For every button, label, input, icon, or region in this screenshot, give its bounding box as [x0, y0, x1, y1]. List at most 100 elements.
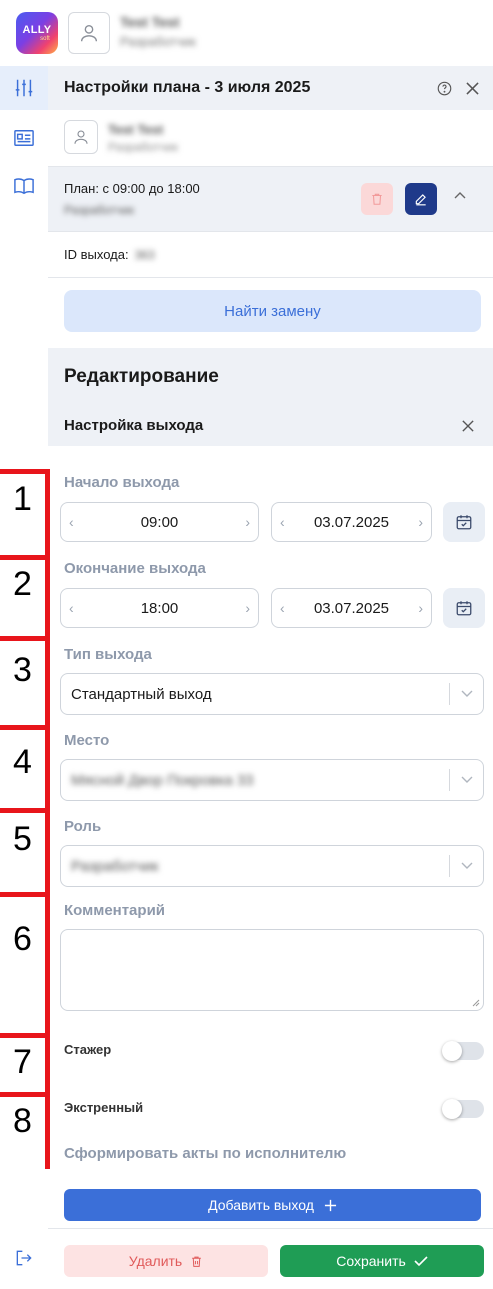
trash-icon [372, 193, 382, 205]
person-avatar [64, 120, 98, 154]
save-button[interactable]: Сохранить [280, 1245, 484, 1277]
intern-toggle[interactable] [442, 1041, 484, 1061]
start-time-value: 09:00 [140, 513, 179, 531]
book-icon [14, 178, 34, 195]
shift-type-select[interactable]: Стандартный выход [60, 673, 484, 715]
help-button[interactable] [434, 78, 454, 98]
logout-button[interactable] [0, 1236, 48, 1280]
chevron-left-icon[interactable]: ‹ [280, 600, 285, 616]
close-icon [462, 420, 474, 432]
plan-settings-panel: Настройки плана - 3 июля 2025 Test Test … [48, 66, 493, 1289]
help-icon [437, 81, 451, 95]
chevron-left-icon[interactable]: ‹ [280, 514, 285, 530]
chevron-down-icon [459, 686, 475, 702]
edit-plan-button[interactable] [405, 183, 437, 215]
place-select[interactable]: Мясной Двор Покровка 33 [60, 759, 484, 801]
urgent-toggle[interactable] [442, 1099, 484, 1119]
check-icon [414, 1256, 428, 1267]
trash-icon [192, 1256, 202, 1267]
end-label: Окончание выхода [64, 560, 206, 577]
logo-sub: soft [40, 35, 50, 42]
shift-settings-header: Настройка выхода [48, 404, 493, 446]
role-value: Разработчик [71, 858, 159, 875]
sidebar-item-docs[interactable] [0, 164, 48, 208]
shift-id-label: ID выхода: [64, 247, 129, 262]
resize-handle-icon[interactable] [471, 998, 480, 1007]
user-icon [74, 130, 88, 144]
save-label: Сохранить [336, 1253, 406, 1269]
intern-label: Стажер [64, 1042, 112, 1057]
find-replacement-button[interactable]: Найти замену [64, 290, 481, 332]
calendar-icon [456, 601, 472, 616]
delete-label: Удалить [128, 1253, 183, 1269]
close-edit-button[interactable] [462, 419, 474, 436]
add-shift-button[interactable]: Добавить выход [64, 1189, 481, 1221]
start-time-stepper[interactable]: ‹ 09:00 › [60, 502, 259, 542]
person-role: Разработчик [108, 140, 178, 154]
user-role: Разработчик [120, 34, 196, 49]
annotation-number: 5 [13, 820, 32, 858]
user-avatar[interactable] [68, 12, 110, 54]
shift-id-value: 363 [134, 247, 155, 262]
chevron-right-icon[interactable]: › [418, 600, 423, 616]
annotation-divider [0, 1033, 50, 1038]
annotation-divider [0, 808, 50, 813]
chevron-right-icon[interactable]: › [245, 600, 250, 616]
logo-text: ALLY [22, 23, 52, 36]
close-panel-button[interactable] [462, 78, 482, 98]
annotation-divider [0, 1092, 50, 1097]
chevron-down-icon [459, 858, 475, 874]
delete-plan-button[interactable] [361, 183, 393, 215]
chevron-up-icon [454, 192, 466, 199]
annotation-number: 8 [13, 1102, 32, 1140]
place-value: Мясной Двор Покровка 33 [71, 772, 254, 789]
start-calendar-button[interactable] [443, 502, 485, 542]
chevron-down-icon [459, 772, 475, 788]
top-bar: ALLY soft Test Test Разработчик [0, 0, 493, 66]
annotation-number: 2 [13, 565, 32, 603]
delete-button[interactable]: Удалить [64, 1245, 268, 1277]
panel-footer: Удалить Сохранить [48, 1228, 493, 1289]
panel-header: Настройки плана - 3 июля 2025 [48, 66, 493, 110]
person-name: Test Test [108, 122, 164, 137]
end-time-value: 18:00 [140, 599, 179, 617]
annotation-number: 6 [13, 920, 32, 958]
shift-type-value: Стандартный выход [71, 686, 212, 703]
plus-icon [324, 1199, 336, 1211]
app-logo[interactable]: ALLY soft [16, 12, 58, 54]
shift-settings-title: Настройка выхода [64, 416, 204, 434]
plan-role: Разработчик [64, 203, 134, 217]
user-name: Test Test [120, 14, 180, 30]
chevron-left-icon[interactable]: ‹ [69, 600, 74, 616]
plan-time-label: План: с 09:00 до 18:00 [64, 181, 200, 196]
calendar-icon [456, 515, 472, 530]
end-date-stepper[interactable]: ‹ 03.07.2025 › [271, 588, 432, 628]
id-card-icon [14, 130, 34, 146]
start-date-stepper[interactable]: ‹ 03.07.2025 › [271, 502, 432, 542]
comment-textarea[interactable] [60, 929, 484, 1011]
annotation-divider [0, 469, 50, 474]
start-date-value: 03.07.2025 [313, 513, 390, 531]
urgent-label: Экстренный [64, 1100, 144, 1115]
type-label: Тип выхода [64, 646, 152, 663]
end-calendar-button[interactable] [443, 588, 485, 628]
collapse-button[interactable] [453, 189, 467, 208]
chevron-right-icon[interactable]: › [418, 514, 423, 530]
sidebar-item-cards[interactable] [0, 116, 48, 160]
sidebar-item-plans[interactable] [0, 66, 48, 110]
plan-summary: План: с 09:00 до 18:00 Разработчик [48, 166, 493, 232]
role-label: Роль [64, 818, 102, 835]
role-select[interactable]: Разработчик [60, 845, 484, 887]
chevron-left-icon[interactable]: ‹ [69, 514, 74, 530]
add-shift-label: Добавить выход [208, 1197, 314, 1213]
comment-label: Комментарий [64, 902, 166, 919]
annotation-number: 3 [13, 651, 32, 689]
annotation-divider [0, 892, 50, 897]
close-icon [465, 81, 479, 95]
chevron-right-icon[interactable]: › [245, 514, 250, 530]
end-date-value: 03.07.2025 [313, 599, 390, 617]
user-icon [80, 24, 98, 42]
end-time-stepper[interactable]: ‹ 18:00 › [60, 588, 259, 628]
acts-label[interactable]: Сформировать акты по исполнителю [64, 1145, 346, 1162]
annotation-divider [0, 636, 50, 641]
